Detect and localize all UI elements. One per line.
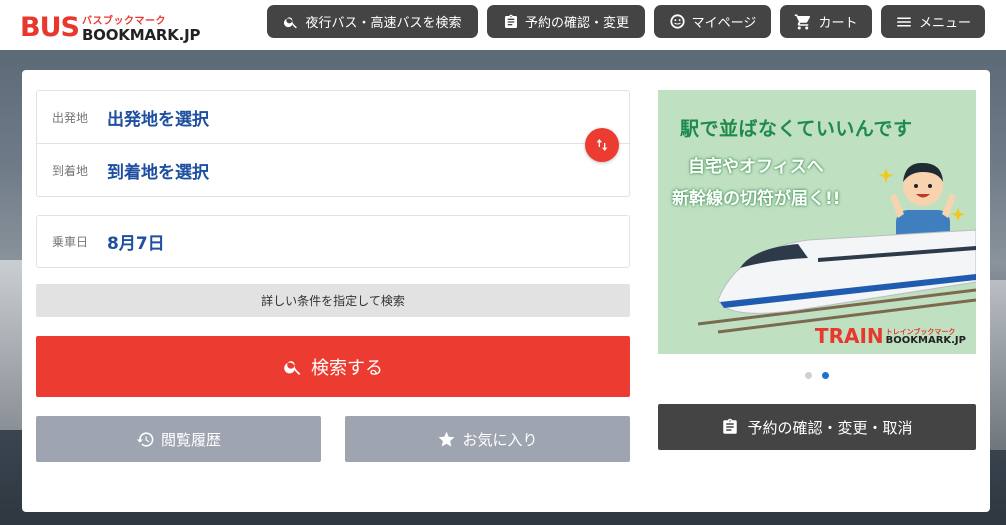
banner-brand-domain: BOOKMARK.JP xyxy=(885,335,966,346)
search-button[interactable]: 検索する xyxy=(36,336,630,397)
smiley-face-icon xyxy=(670,14,685,29)
search-icon xyxy=(284,360,301,375)
departure-label: 出発地 xyxy=(52,110,89,125)
favorites-button[interactable]: お気に入り xyxy=(345,416,630,462)
swap-route-button[interactable] xyxy=(585,128,619,162)
departure-field[interactable]: 出発地 出発地を選択 xyxy=(37,91,629,144)
cart-icon xyxy=(795,14,811,29)
date-value: 8月7日 xyxy=(107,234,165,254)
carousel-indicator xyxy=(805,372,829,379)
detail-search-label: 詳しい条件を指定して検索 xyxy=(261,294,405,308)
arrival-value: 到着地を選択 xyxy=(107,163,209,183)
banner-subline-2: 新幹線の切符が届く!! xyxy=(672,189,841,209)
nav-cart-label: カート xyxy=(818,16,858,31)
clipboard-icon xyxy=(723,418,738,434)
carousel-dot-1[interactable] xyxy=(805,372,812,379)
arrival-label: 到着地 xyxy=(52,164,89,178)
favorites-button-label: お気に入り xyxy=(462,430,538,449)
train-bookmark-banner[interactable]: 駅で並ばなくていいんです 自宅やオフィスへ 新幹線の切符が届く!! TRAIN … xyxy=(658,90,976,354)
date-label: 乗車日 xyxy=(52,235,89,249)
nav-search-button[interactable]: 夜行バス・高速バスを検索 xyxy=(267,5,478,38)
background-bus-left xyxy=(0,260,24,430)
nav-mypage-label: マイページ xyxy=(691,16,757,31)
banner-subline-1: 自宅やオフィスへ xyxy=(688,157,824,177)
hamburger-menu-icon xyxy=(897,17,911,26)
search-button-label: 検索する xyxy=(311,357,383,379)
departure-value: 出発地を選択 xyxy=(107,109,209,130)
logo-bus-text: BUS xyxy=(20,12,80,43)
reservation-confirm-button[interactable]: 予約の確認・変更・取消 xyxy=(658,404,976,450)
history-button-label: 閲覧履歴 xyxy=(160,430,221,449)
logo-domain: BOOKMARK.JP xyxy=(81,26,201,44)
clipboard-icon xyxy=(504,14,517,28)
nav-reservation-label: 予約の確認・変更 xyxy=(524,16,629,31)
date-field[interactable]: 乗車日 8月7日 xyxy=(36,215,630,268)
nav-mypage-button[interactable]: マイページ xyxy=(654,5,771,38)
star-icon xyxy=(439,431,455,447)
nav-search-label: 夜行バス・高速バスを検索 xyxy=(305,16,462,31)
search-icon xyxy=(284,16,298,28)
site-header: BUS バスブックマーク BOOKMARK.JP 夜行バス・高速バスを検索 予約… xyxy=(0,0,1006,50)
carousel-dot-2[interactable] xyxy=(822,372,829,379)
nav-menu-button[interactable]: メニュー xyxy=(881,5,985,38)
nav-menu-label: メニュー xyxy=(918,16,971,31)
banner-headline: 駅で並ばなくていいんです xyxy=(680,118,913,140)
route-selector: 出発地 出発地を選択 到着地 到着地を選択 xyxy=(36,90,630,197)
shinkansen-illustration xyxy=(697,229,976,334)
history-button[interactable]: 閲覧履歴 xyxy=(36,416,321,462)
train-bookmark-logo: TRAIN トレインブックマーク BOOKMARK.JP xyxy=(815,326,966,346)
arrival-field[interactable]: 到着地 到着地を選択 xyxy=(37,144,629,197)
nav-reservation-button[interactable]: 予約の確認・変更 xyxy=(487,5,645,38)
nav-cart-button[interactable]: カート xyxy=(780,5,872,38)
banner-brand-main: TRAIN xyxy=(814,324,884,348)
bus-bookmark-logo[interactable]: BUS バスブックマーク BOOKMARK.JP xyxy=(20,7,200,43)
detail-search-button[interactable]: 詳しい条件を指定して検索 xyxy=(36,284,630,317)
history-clock-icon xyxy=(136,431,154,447)
swap-arrows-icon xyxy=(596,139,608,151)
reservation-confirm-label: 予約の確認・変更・取消 xyxy=(747,418,913,437)
